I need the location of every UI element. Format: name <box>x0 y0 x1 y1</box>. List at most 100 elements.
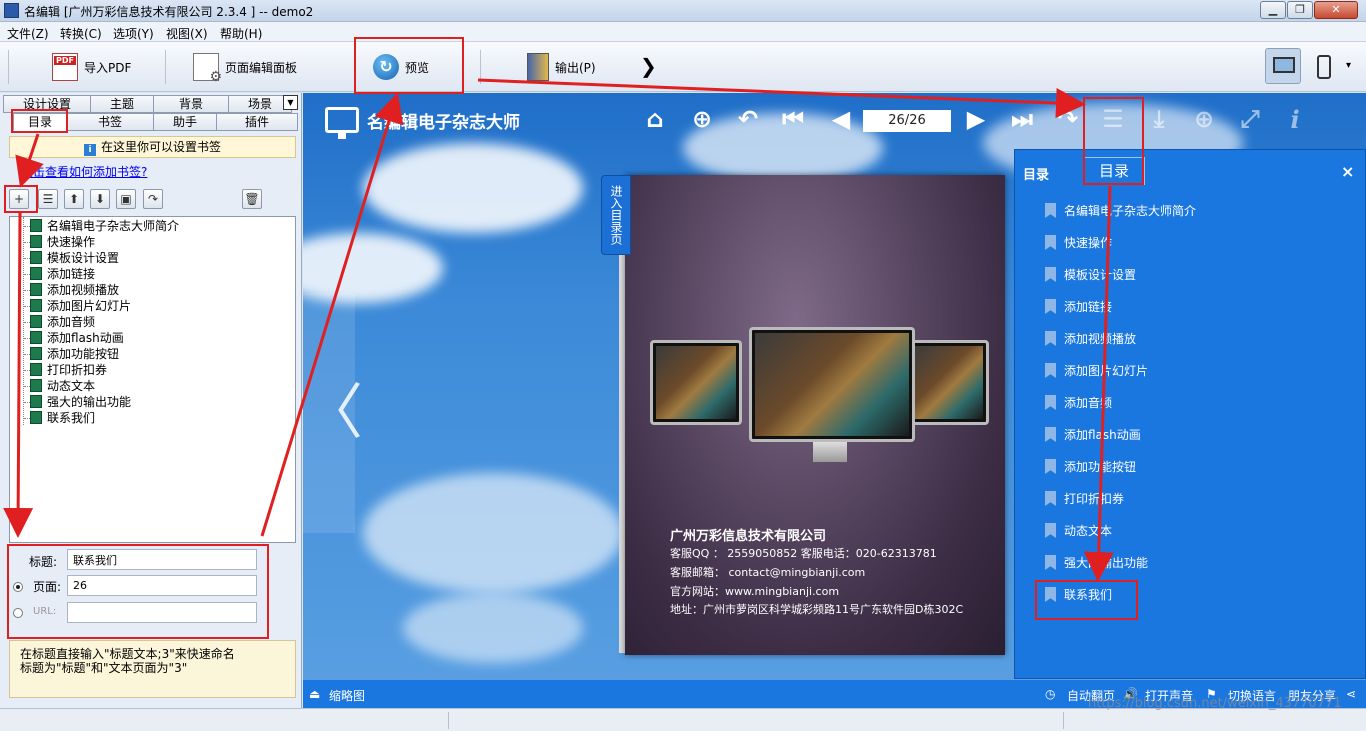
toolbar-separator <box>480 50 481 84</box>
menu-help[interactable]: 帮助(H) <box>220 25 262 42</box>
desktop-view-button[interactable] <box>1265 48 1301 84</box>
download-icon[interactable]: ⤓ <box>1144 105 1174 133</box>
bookmark-icon <box>1045 203 1056 218</box>
more-chevron-icon[interactable]: ❯ <box>640 54 657 78</box>
toc-item[interactable]: 强大的输出功能 <box>1045 554 1148 572</box>
maximize-button[interactable]: ❐ <box>1287 1 1313 19</box>
import-pdf-button[interactable]: 导入PDF <box>52 48 131 86</box>
prev-arrow-icon[interactable]: 〈 <box>303 293 363 533</box>
last-page-icon[interactable]: ⏭ <box>1007 105 1037 133</box>
tab-assistant[interactable]: 助手 <box>153 113 217 131</box>
toc-item[interactable]: 模板设计设置 <box>1045 266 1136 284</box>
tree-item[interactable]: 添加功能按钮 <box>30 346 119 362</box>
tab-toc[interactable]: 目录 <box>13 113 67 131</box>
toc-item[interactable]: 添加图片幻灯片 <box>1045 362 1148 380</box>
bookmark-icon <box>1045 523 1056 538</box>
tab-design-settings[interactable]: 设计设置 <box>3 95 91 113</box>
bookmark-icon <box>1045 587 1056 602</box>
tree-item-label: 强大的输出功能 <box>47 395 132 409</box>
menu-convert[interactable]: 转换(C) <box>60 25 102 42</box>
toc-item[interactable]: 快速操作 <box>1045 234 1112 252</box>
move-up-button[interactable]: ⬆ <box>64 189 84 209</box>
toc-item[interactable]: 添加flash动画 <box>1045 426 1141 444</box>
mobile-view-button[interactable] <box>1305 48 1341 84</box>
toc-item[interactable]: 名编辑电子杂志大师简介 <box>1045 202 1196 220</box>
toc-item[interactable]: 打印折扣券 <box>1045 490 1124 508</box>
toc-item[interactable]: 添加链接 <box>1045 298 1112 316</box>
toc-list-icon[interactable]: ☰ <box>1098 105 1128 133</box>
output-button[interactable]: 输出(P) <box>527 48 596 86</box>
redo-button[interactable]: ↷ <box>143 189 163 209</box>
preview-label: 预览 <box>405 60 430 75</box>
tab-theme[interactable]: 主题 <box>90 95 154 113</box>
toc-item[interactable]: 添加音频 <box>1045 394 1112 412</box>
close-button[interactable]: ✕ <box>1314 1 1358 19</box>
toc-item[interactable]: 添加功能按钮 <box>1045 458 1136 476</box>
device-dropdown-icon[interactable]: ▾ <box>1346 60 1351 71</box>
share-icon[interactable]: ⋖ <box>1346 687 1356 701</box>
toc-close-icon[interactable]: × <box>1341 162 1354 181</box>
tree-item[interactable]: 模板设计设置 <box>30 250 119 266</box>
info-icon[interactable]: i <box>1280 105 1310 134</box>
toc-side-tab[interactable]: 进入目录页 <box>601 175 631 255</box>
page-input[interactable] <box>67 575 257 596</box>
tree-item[interactable]: 强大的输出功能 <box>30 394 131 410</box>
save-button[interactable]: ▣ <box>116 189 136 209</box>
tree-item[interactable]: 联系我们 <box>30 410 95 426</box>
page-indicator[interactable]: 26/26 <box>863 110 951 132</box>
forward-icon[interactable]: ↷ <box>1053 105 1083 133</box>
indent-button[interactable]: ☰ <box>38 189 58 209</box>
info-bar: i 在这里你可以设置书签 <box>9 136 296 158</box>
tab-background[interactable]: 背景 <box>153 95 229 113</box>
tree-item[interactable]: 动态文本 <box>30 378 95 394</box>
tree-item[interactable]: 添加链接 <box>30 266 95 282</box>
thumbnail-button[interactable]: 缩略图 <box>329 687 365 704</box>
contact-line-2: 客服邮箱： contact@mingbianji.com <box>670 566 866 579</box>
tree-item[interactable]: 名编辑电子杂志大师简介 <box>30 218 179 234</box>
bookmark-icon <box>1045 491 1056 506</box>
tree-item-label: 添加链接 <box>47 267 96 281</box>
tree-item[interactable]: 打印折扣券 <box>30 362 107 378</box>
thumbnail-icon[interactable]: ⏏ <box>309 687 320 701</box>
tree-item[interactable]: 添加视频播放 <box>30 282 119 298</box>
tree-item-label: 模板设计设置 <box>47 251 120 265</box>
tab-plugins[interactable]: 插件 <box>216 113 298 131</box>
menu-file[interactable]: 文件(Z) <box>7 25 49 42</box>
tree-item[interactable]: 快速操作 <box>30 234 95 250</box>
page-editor-button[interactable]: 页面编辑面板 <box>193 48 297 86</box>
tree-item-label: 添加音频 <box>47 315 96 329</box>
first-page-icon[interactable]: ⏮ <box>778 105 808 133</box>
toc-item[interactable]: 联系我们 <box>1045 586 1112 604</box>
menu-view[interactable]: 视图(X) <box>166 25 208 42</box>
title-input[interactable] <box>67 549 257 570</box>
move-down-button[interactable]: ⬇ <box>90 189 110 209</box>
book-icon <box>30 283 42 296</box>
toc-item[interactable]: 动态文本 <box>1045 522 1112 540</box>
tab-bookmark[interactable]: 书签 <box>66 113 154 131</box>
url-radio[interactable] <box>13 608 23 618</box>
prev-page-icon[interactable]: ◀ <box>826 105 856 133</box>
bookmark-tree[interactable]: 名编辑电子杂志大师简介 快速操作 模板设计设置 添加链接 添加视频播放 添加图片幻灯片 添加… <box>9 216 296 543</box>
home-icon[interactable]: ⌂ <box>640 105 670 133</box>
share-plus-icon[interactable]: ⊕ <box>1189 105 1219 133</box>
menu-options[interactable]: 选项(Y) <box>113 25 154 42</box>
tab-dropdown-icon[interactable]: ▼ <box>283 95 298 110</box>
minimize-button[interactable]: ▁ <box>1260 1 1286 19</box>
page-radio[interactable] <box>13 582 23 592</box>
tree-item[interactable]: 添加图片幻灯片 <box>30 298 131 314</box>
url-input[interactable] <box>67 602 257 623</box>
toc-item[interactable]: 添加视频播放 <box>1045 330 1136 348</box>
help-link[interactable]: 点击查看如何添加书签? <box>21 163 147 180</box>
tree-item[interactable]: 添加音频 <box>30 314 95 330</box>
add-bookmark-button[interactable]: + <box>9 189 29 209</box>
next-page-icon[interactable]: ▶ <box>961 105 991 133</box>
zoom-in-icon[interactable]: ⊕ <box>687 105 717 133</box>
fullscreen-icon[interactable]: ⤢ <box>1235 105 1265 133</box>
brand-logo: 名编辑电子杂志大师 <box>325 107 520 139</box>
tree-item[interactable]: 添加flash动画 <box>30 330 124 346</box>
delete-button[interactable]: 🗑 <box>242 189 262 209</box>
autoflip-icon[interactable]: ◷ <box>1045 687 1055 701</box>
preview-button[interactable]: ↻ 预览 <box>373 48 429 86</box>
back-icon[interactable]: ↶ <box>733 105 763 133</box>
book-page: 广州万彩信息技术有限公司 客服QQ ： 2559050852 客服电话：020-… <box>625 175 1005 655</box>
